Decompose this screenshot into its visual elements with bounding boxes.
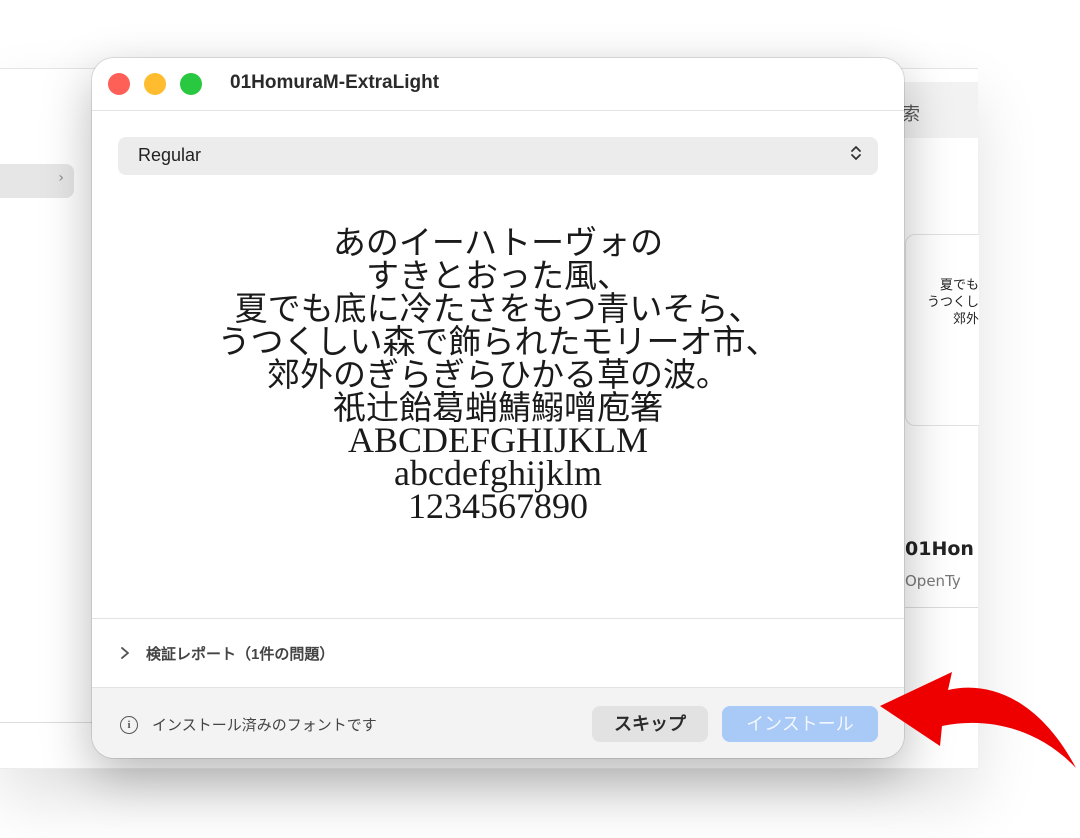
red-arrow-annotation <box>880 672 1076 768</box>
sample-line: 郊外のぎらぎらひかる草の波。 <box>267 355 729 394</box>
chevron-right-icon: › <box>58 170 64 186</box>
install-button[interactable]: インストール <box>722 706 878 742</box>
title-bar: 01HomuraM-ExtraLight <box>92 58 904 111</box>
sample-line: あのイーハトーヴォの <box>332 223 664 262</box>
disclosure-chevron-icon <box>120 646 130 663</box>
window-title: 01HomuraM-ExtraLight <box>230 72 440 93</box>
font-install-dialog: 01HomuraM-ExtraLight Regular あのイーハトーヴォの … <box>92 58 904 758</box>
window-bottom-border <box>0 768 978 769</box>
card-preview-line: うつくし <box>926 295 979 310</box>
font-preview-card[interactable]: 夏でも うつくし 郊外 <box>905 234 979 426</box>
search-field-text: 索 <box>902 104 920 125</box>
dialog-footer: i インストール済みのフォントです スキップ インストール <box>92 687 904 758</box>
search-field[interactable]: 索 <box>900 82 978 138</box>
skip-button[interactable]: スキップ <box>592 706 708 742</box>
font-info-divider <box>905 607 978 608</box>
info-icon: i <box>120 716 138 734</box>
validation-report-toggle[interactable]: 検証レポート（1件の問題） <box>120 643 334 664</box>
validation-report-label: 検証レポート（1件の問題） <box>146 646 335 663</box>
font-style-select[interactable]: Regular <box>118 137 878 175</box>
font-name-label: 01Hon <box>905 538 974 560</box>
close-button[interactable] <box>108 73 130 95</box>
section-divider <box>92 618 904 619</box>
sample-line: 1234567890 <box>408 486 588 526</box>
sample-line: うつくしい森で飾られたモリーオ市、 <box>217 322 779 361</box>
sidebar-selected-item[interactable]: › <box>0 164 74 198</box>
card-preview-line: 夏でも <box>939 278 979 293</box>
font-sample-preview: あのイーハトーヴォの すきとおった風、 夏でも底に冷たさをもつ青いそら、 うつく… <box>92 223 904 526</box>
font-style-value: Regular <box>138 145 202 165</box>
font-type-label: OpenTy <box>905 572 961 590</box>
install-status-text: インストール済みのフォントです <box>152 717 377 734</box>
sidebar-divider <box>0 722 100 723</box>
zoom-button[interactable] <box>180 73 202 95</box>
minimize-button[interactable] <box>144 73 166 95</box>
card-preview-line: 郊外 <box>952 312 979 327</box>
sample-line: 夏でも底に冷たさをもつ青いそら、 <box>234 289 762 328</box>
sample-line: すきとおった風、 <box>366 256 630 295</box>
chevron-up-down-icon <box>850 144 862 166</box>
